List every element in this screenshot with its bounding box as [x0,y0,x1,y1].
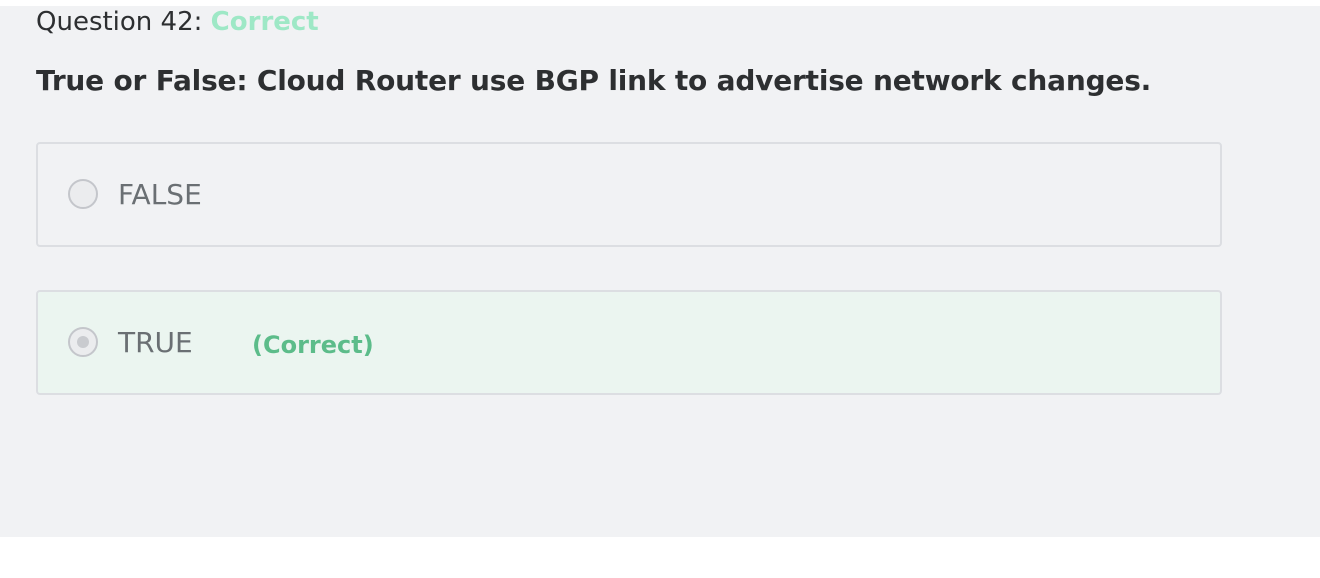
radio-button-false[interactable] [68,179,98,209]
answer-option-true[interactable]: TRUE (Correct) [36,290,1222,395]
correct-answer-tag: (Correct) [252,331,374,359]
radio-button-true[interactable] [68,327,98,357]
radio-selected-dot [77,336,89,348]
question-panel: Question 42: Correct True or False: Clou… [0,6,1320,537]
question-text: True or False: Cloud Router use BGP link… [36,64,1152,97]
option-label-true: TRUE [118,326,193,359]
question-number: Question 42: [36,7,203,37]
answer-option-false[interactable]: FALSE [36,142,1222,247]
option-label-false: FALSE [118,178,202,211]
question-header: Question 42: Correct [36,2,319,42]
question-status: Correct [210,7,319,37]
